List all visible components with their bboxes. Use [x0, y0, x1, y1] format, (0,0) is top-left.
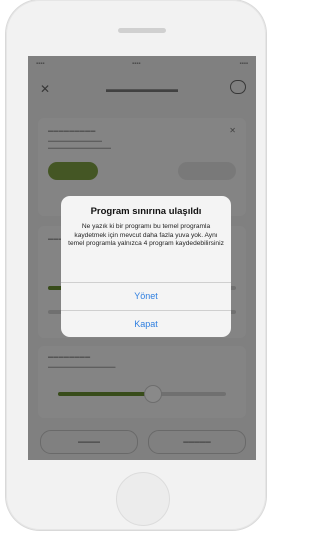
app-screen: ▪▪▪▪ ▪▪▪▪ ▪▪▪▪ ✕ ▬▬▬▬▬▬▬▬ ▬▬▬▬▬▬▬▬▬ ▬▬▬▬… — [28, 56, 256, 460]
phone-speaker — [118, 28, 166, 33]
close-button[interactable]: Kapat — [61, 311, 231, 337]
program-limit-alert: Program sınırına ulaşıldı Ne yazık ki bi… — [61, 196, 231, 337]
home-button[interactable] — [116, 472, 170, 526]
alert-title: Program sınırına ulaşıldı — [90, 206, 202, 217]
phone-frame: ▪▪▪▪ ▪▪▪▪ ▪▪▪▪ ✕ ▬▬▬▬▬▬▬▬ ▬▬▬▬▬▬▬▬▬ ▬▬▬▬… — [6, 0, 266, 530]
manage-button[interactable]: Yönet — [61, 283, 231, 310]
alert-message: Ne yazık ki bir programı bu temel progra… — [68, 223, 224, 248]
